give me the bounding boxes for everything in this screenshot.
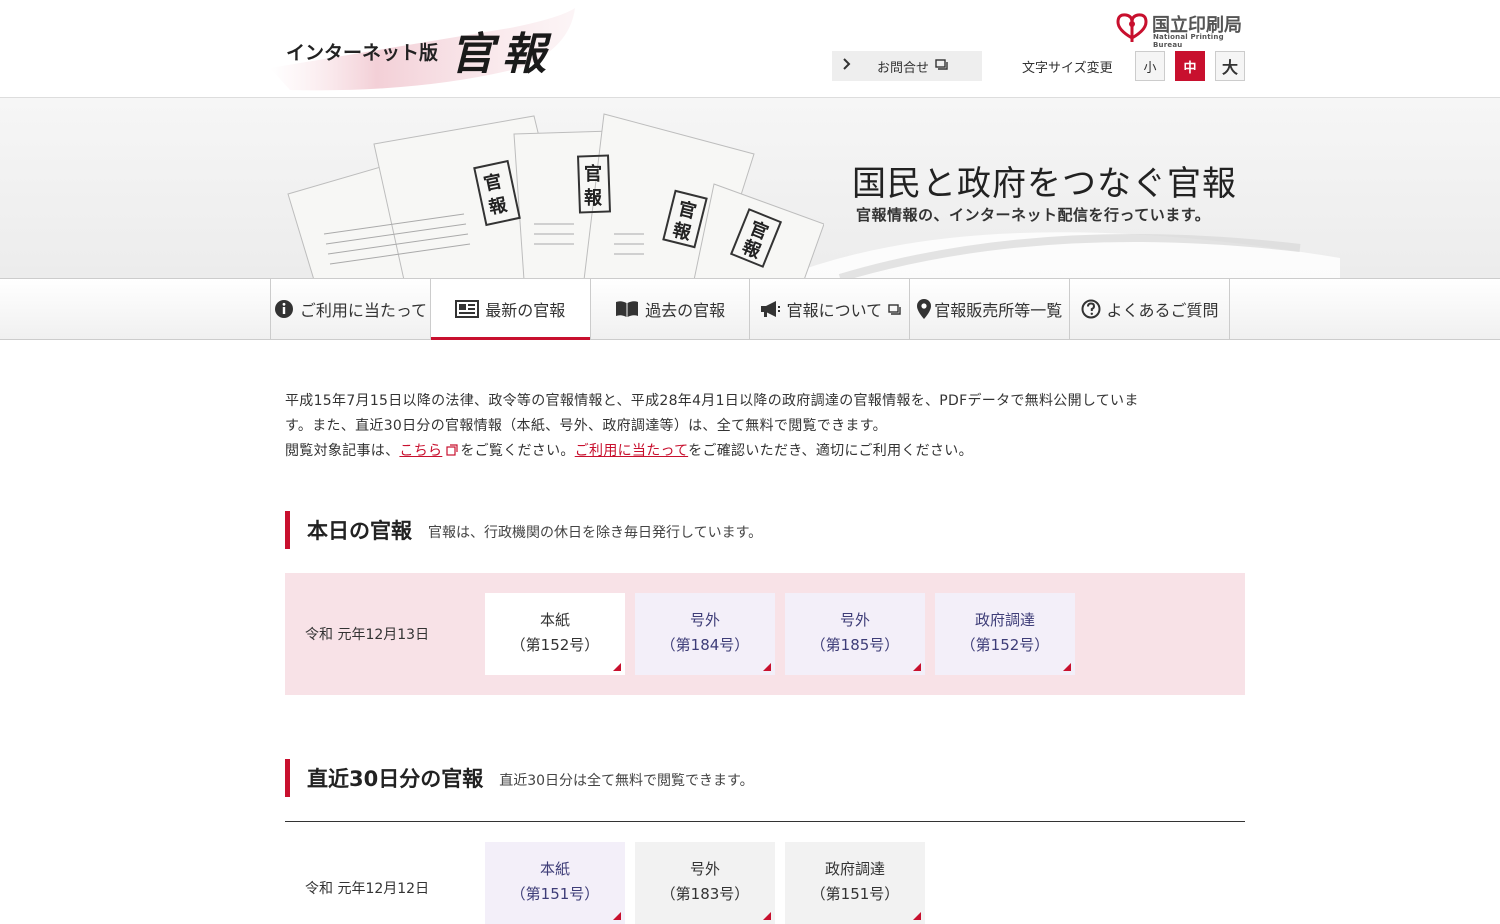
hero-title: 国民と政府をつなぐ官報 — [852, 164, 1237, 204]
megaphone-icon — [759, 300, 781, 318]
nav-item-label: 官報販売所等一覧 — [934, 301, 1063, 320]
issue-number: （第185号） — [810, 636, 900, 654]
corner-arrow-icon — [1063, 663, 1071, 671]
info-icon — [274, 299, 294, 319]
nav-item-label: 最新の官報 — [485, 301, 566, 320]
corner-arrow-icon — [913, 912, 921, 920]
nav-item-label: よくあるご質問 — [1106, 301, 1219, 320]
contact-button[interactable]: お問合せ — [832, 51, 982, 81]
nav-item-shops[interactable]: 官報販売所等一覧 — [910, 279, 1071, 339]
font-size-label: 文字サイズ変更 — [1022, 61, 1113, 76]
external-window-icon — [935, 58, 948, 74]
intro-line-3: 閲覧対象記事は、こちら をご覧ください。ご利用に当たってをご確認いただき、適切にご… — [285, 439, 1245, 465]
section-title: 直近30日分の官報 — [307, 767, 484, 791]
site-logo[interactable]: インターネット版 官報 — [270, 0, 590, 98]
nav-item-label: 官報について — [786, 301, 883, 320]
issue-number: （第152号） — [960, 636, 1050, 654]
nav-item-latest[interactable]: 最新の官報 — [430, 279, 591, 340]
issue-number: （第152号） — [510, 636, 600, 654]
usage-link[interactable]: ご利用に当たって — [575, 443, 688, 459]
nav-item-about[interactable]: 官報について — [750, 279, 911, 339]
corner-arrow-icon — [913, 663, 921, 671]
intro-line-1: 平成15年7月15日以降の法律、政令等の官報情報と、平成28年4月1日以降の政府… — [285, 393, 1139, 409]
chevron-right-icon — [842, 58, 856, 74]
newspaper-stack-image: 官 報 官 報 官 報 官 報 — [287, 113, 824, 278]
intro-text-segment: をご確認いただき、適切にご利用ください。 — [688, 443, 973, 459]
newspaper-icon — [455, 300, 480, 318]
nav-item-past[interactable]: 過去の官報 — [591, 279, 751, 339]
nav-item-faq[interactable]: よくあるご質問 — [1070, 279, 1230, 339]
issue-honshi-button[interactable]: 本紙 （第151号） — [485, 842, 625, 924]
font-size-large-button[interactable]: 大 — [1215, 51, 1245, 81]
nav-item-usage[interactable]: ご利用に当たって — [271, 279, 431, 339]
intro-line-2: す。また、直近30日分の官報情報（本紙、号外、政府調達等）は、全て無料で閲覧でき… — [285, 418, 887, 434]
map-pin-icon — [917, 299, 932, 319]
npb-mark-icon — [1116, 13, 1148, 42]
corner-arrow-icon — [763, 912, 771, 920]
nav-item-label: ご利用に当たって — [299, 301, 428, 320]
issue-number: （第183号） — [660, 885, 750, 903]
contact-label: お問合せ — [877, 60, 930, 76]
section-title: 本日の官報 — [307, 519, 412, 543]
issue-gogai-button[interactable]: 号外 （第183号） — [635, 842, 775, 924]
site-header: インターネット版 官報 国立印刷局 National Printing Bure… — [0, 0, 1500, 98]
corner-arrow-icon — [763, 663, 771, 671]
intro-text-segment: 閲覧対象記事は、 — [285, 443, 400, 459]
issue-number: （第151号） — [810, 885, 900, 903]
articles-link[interactable]: こちら — [399, 443, 442, 459]
svg-text:報: 報 — [584, 187, 603, 209]
section-subtitle: 直近30日分は全て無料で閲覧できます。 — [499, 773, 754, 789]
issue-number: （第151号） — [510, 885, 600, 903]
external-window-icon — [888, 303, 901, 315]
book-icon — [615, 300, 639, 318]
svg-text:官: 官 — [584, 163, 602, 185]
issue-name: 号外 — [689, 611, 720, 629]
org-name-en: National Printing Bureau — [1153, 33, 1224, 49]
issue-gogai-button[interactable]: 号外 （第184号） — [635, 593, 775, 675]
issue-number: （第184号） — [660, 636, 750, 654]
issue-honshi-button[interactable]: 本紙 （第152号） — [485, 593, 625, 675]
external-link-icon — [446, 440, 458, 465]
section-subtitle: 官報は、行政機関の休日を除き毎日発行しています。 — [428, 525, 763, 541]
recent-section-heading: 直近30日分の官報 直近30日分は全て無料で閲覧できます。 — [285, 759, 754, 797]
section-divider — [285, 821, 1245, 822]
global-nav: ご利用に当たって 最新の官報 過去の官報 官報について 官報販売所等一覧 よくあ… — [0, 278, 1500, 340]
intro-text-segment: をご覧ください。 — [460, 443, 575, 459]
issue-date: 令和 元年12月13日 — [305, 627, 430, 643]
issue-name: 号外 — [689, 860, 720, 878]
issue-date: 令和 元年12月12日 — [305, 881, 430, 897]
hero-banner: 官 報 官 報 官 報 官 報 国民と政府をつなぐ官報 官報情報の、インターネッ… — [0, 98, 1500, 278]
hero-subtitle: 官報情報の、インターネット配信を行っています。 — [856, 206, 1211, 224]
issue-name: 号外 — [839, 611, 870, 629]
issue-procurement-button[interactable]: 政府調達 （第151号） — [785, 842, 925, 924]
corner-arrow-icon — [613, 912, 621, 920]
issue-name: 本紙 — [539, 611, 570, 629]
corner-arrow-icon — [613, 663, 621, 671]
issue-name: 政府調達 — [824, 860, 885, 878]
font-size-small-button[interactable]: 小 — [1135, 51, 1165, 81]
issue-name: 政府調達 — [974, 611, 1035, 629]
font-size-medium-button[interactable]: 中 — [1175, 51, 1205, 81]
nav-item-label: 過去の官報 — [645, 301, 726, 320]
issue-name: 本紙 — [539, 860, 570, 878]
question-icon — [1081, 299, 1101, 319]
today-section-heading: 本日の官報 官報は、行政機関の休日を除き毎日発行しています。 — [285, 511, 762, 549]
logo-small-text: インターネット版 — [286, 42, 439, 64]
issue-gogai-button[interactable]: 号外 （第185号） — [785, 593, 925, 675]
issue-procurement-button[interactable]: 政府調達 （第152号） — [935, 593, 1075, 675]
npb-logo[interactable]: 国立印刷局 National Printing Bureau — [1114, 12, 1254, 49]
logo-big-text: 官報 — [450, 29, 554, 80]
intro-text: 平成15年7月15日以降の法律、政令等の官報情報と、平成28年4月1日以降の政府… — [285, 389, 1245, 465]
